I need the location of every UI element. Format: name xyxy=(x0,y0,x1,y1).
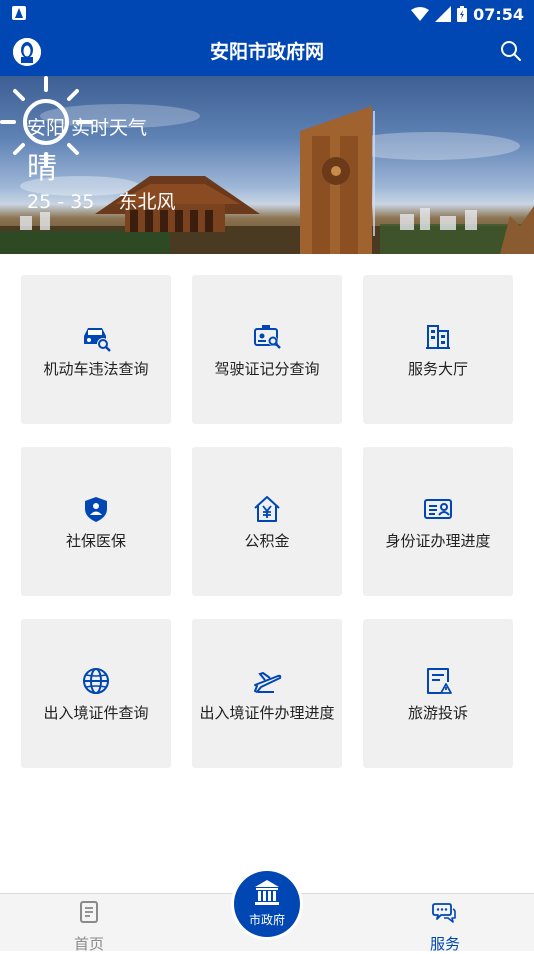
service-label: 出入境证件办理进度 xyxy=(199,704,335,722)
city-government-label: 市政府 xyxy=(248,913,285,927)
weather-temp-wind: 25 - 35 东北风 xyxy=(27,191,176,213)
sim-icon xyxy=(12,6,26,20)
house-yuan-icon xyxy=(254,496,280,522)
service-tile-vehicle-violation[interactable]: 机动车违法查询 xyxy=(21,275,171,424)
service-label: 旅游投诉 xyxy=(407,704,468,722)
shield-user-icon xyxy=(85,497,107,522)
app-bar: 安阳市政府网 xyxy=(0,28,534,76)
service-label: 服务大厅 xyxy=(407,360,468,378)
service-tile-exit-entry-progress[interactable]: 出入境证件办理进度 xyxy=(192,619,342,768)
service-label: 出入境证件查询 xyxy=(43,704,149,722)
service-tile-service-hall[interactable]: 服务大厅 xyxy=(363,275,513,424)
id-card-icon xyxy=(424,499,452,519)
sun-icon xyxy=(0,76,92,168)
license-search-icon xyxy=(254,325,281,349)
signal-icon xyxy=(435,6,452,22)
tab-home-label: 首页 xyxy=(73,935,104,953)
status-bar: 07:54 xyxy=(0,0,534,28)
government-building-icon xyxy=(255,880,279,905)
search-icon[interactable] xyxy=(500,40,522,62)
service-label: 驾驶证记分查询 xyxy=(214,360,320,378)
building-icon xyxy=(426,325,450,349)
tab-service[interactable]: 服务 xyxy=(419,900,471,953)
service-label: 社保医保 xyxy=(65,532,126,550)
wifi-icon xyxy=(411,7,430,21)
service-tile-id-card-progress[interactable]: 身份证办理进度 xyxy=(363,447,513,596)
chat-bubbles-icon xyxy=(432,903,456,923)
service-tile-exit-entry-query[interactable]: 出入境证件查询 xyxy=(21,619,171,768)
service-label: 机动车违法查询 xyxy=(43,360,149,378)
service-tile-social-insurance[interactable]: 社保医保 xyxy=(21,447,171,596)
globe-icon xyxy=(83,668,109,694)
status-time: 07:54 xyxy=(473,4,524,24)
service-tile-housing-fund[interactable]: 公积金 xyxy=(192,447,342,596)
service-tile-license-points[interactable]: 驾驶证记分查询 xyxy=(192,275,342,424)
page-title: 安阳市政府网 xyxy=(209,41,324,63)
service-label: 公积金 xyxy=(244,532,290,550)
service-tile-tourism-complaint[interactable]: 旅游投诉 xyxy=(363,619,513,768)
weather-banner[interactable]: 安阳 实时天气 晴 25 - 35 东北风 xyxy=(0,76,534,254)
document-icon xyxy=(80,901,98,923)
complaint-doc-icon xyxy=(427,668,452,694)
car-search-icon xyxy=(84,328,111,352)
tab-home[interactable]: 首页 xyxy=(64,900,114,953)
tab-service-label: 服务 xyxy=(429,935,460,953)
city-government-button[interactable]: 市政府 xyxy=(234,871,300,937)
airplane-icon xyxy=(254,671,282,693)
battery-icon xyxy=(457,6,468,22)
service-label: 身份证办理进度 xyxy=(385,532,491,550)
